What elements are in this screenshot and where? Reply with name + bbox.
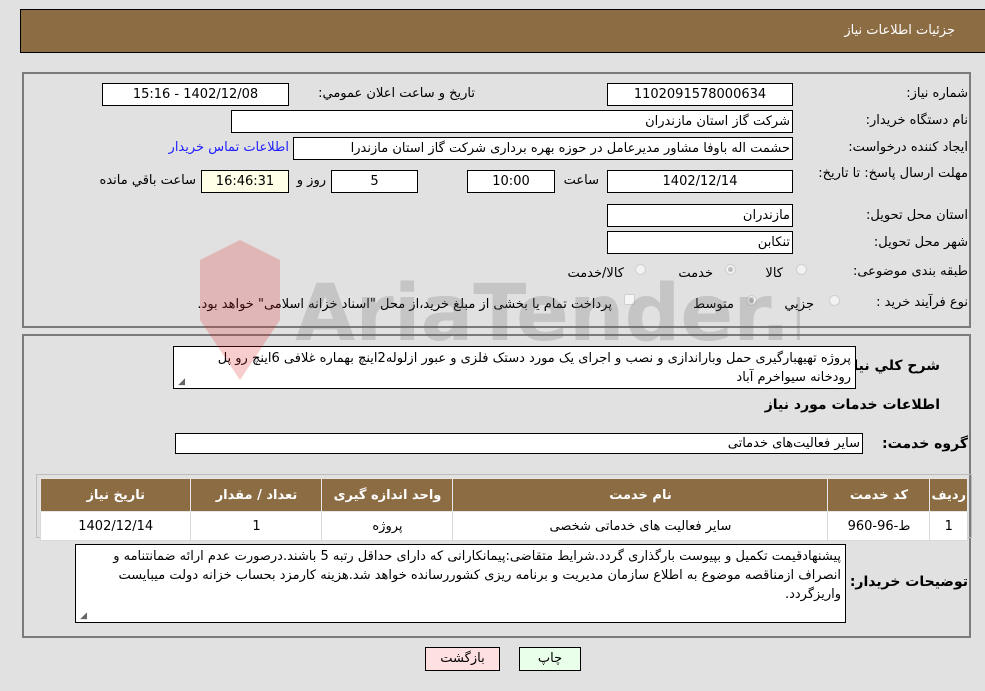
- cell-need-date: 1402/12/14: [39, 511, 192, 541]
- province-label: استان محل تحويل:: [866, 208, 968, 223]
- description-textarea[interactable]: پروژه تهیهبارگیری حمل وباراندازی و نصب و…: [173, 346, 856, 389]
- days-field[interactable]: 5: [331, 170, 418, 193]
- city-field[interactable]: تنکابن: [607, 231, 793, 254]
- process-radio-minor[interactable]: [829, 295, 840, 306]
- creator-field[interactable]: حشمت اله باوفا مشاور مديرعامل در حوزه به…: [293, 137, 793, 160]
- deadline-time-label: ساعت: [563, 173, 599, 188]
- buyer-notes-textarea[interactable]: پیشنهادقیمت تکمیل و بپیوست بارگذاری گردد…: [75, 544, 846, 623]
- cell-service-name: سایر فعالیت های خدماتی شخصی: [452, 511, 829, 541]
- category-option-goods-service: کالا/خدمت: [567, 266, 624, 281]
- col-unit: واحد اندازه گيری: [321, 478, 454, 512]
- deadline-time-field[interactable]: 10:00: [467, 170, 555, 193]
- category-radio-service[interactable]: [725, 264, 736, 275]
- page-title: جزئیات اطلاعات نیاز: [844, 23, 955, 38]
- buyer-notes-text: پیشنهادقیمت تکمیل و بپیوست بارگذاری گردد…: [113, 549, 841, 602]
- deadline-date-field[interactable]: 1402/12/14: [607, 170, 793, 193]
- process-label: نوع فرآيند خريد :: [876, 295, 968, 310]
- cell-unit: پروژه: [321, 511, 454, 541]
- city-label: شهر محل تحويل:: [873, 235, 968, 250]
- category-radio-goods-service[interactable]: [635, 264, 646, 275]
- services-table: رديف کد خدمت نام خدمت واحد اندازه گيری ت…: [39, 478, 968, 541]
- announce-label: تاريخ و ساعت اعلان عمومي:: [318, 86, 475, 101]
- cell-quantity: 1: [190, 511, 323, 541]
- province-field[interactable]: مازندران: [607, 204, 793, 227]
- buyer-org-label: نام دستگاه خريدار:: [865, 113, 968, 128]
- resize-grip-icon[interactable]: ◢: [177, 378, 185, 387]
- need-number-field[interactable]: 1102091578000634: [607, 83, 793, 106]
- remaining-time-field: 16:46:31: [201, 170, 289, 193]
- col-quantity: تعداد / مقدار: [190, 478, 323, 512]
- need-number-label: شماره نیاز:: [906, 86, 968, 101]
- col-service-name: نام خدمت: [452, 478, 829, 512]
- category-option-goods: کالا: [765, 266, 783, 281]
- cell-service-code: ط-96-960: [827, 511, 931, 541]
- deadline-label: مهلت ارسال پاسخ: تا تاريخ:: [818, 166, 968, 181]
- process-radio-medium[interactable]: [746, 295, 757, 306]
- page-header: جزئیات اطلاعات نیاز: [20, 9, 985, 53]
- process-option-medium: متوسط: [693, 297, 734, 312]
- treasury-checkbox[interactable]: [624, 294, 635, 305]
- process-option-minor: جزيي: [784, 297, 814, 312]
- category-option-service: خدمت: [678, 266, 713, 281]
- remaining-time-label: ساعت باقي مانده: [99, 173, 196, 188]
- service-group-label: گروه خدمت:: [882, 436, 968, 452]
- resize-grip-icon[interactable]: ◢: [79, 612, 87, 621]
- table-header-row: رديف کد خدمت نام خدمت واحد اندازه گيری ت…: [39, 478, 968, 512]
- services-section-title: اطلاعات خدمات مورد نياز: [764, 397, 940, 413]
- category-radio-goods[interactable]: [796, 264, 807, 275]
- days-label: روز و: [296, 173, 326, 188]
- cell-row-number: 1: [929, 511, 968, 541]
- creator-label: ايجاد کننده درخواست:: [848, 140, 968, 155]
- description-text: پروژه تهیهبارگیری حمل وباراندازی و نصب و…: [217, 351, 851, 385]
- col-row-number: رديف: [929, 478, 968, 512]
- col-need-date: تاريخ نياز: [39, 478, 192, 512]
- back-button[interactable]: بازگشت: [425, 647, 500, 671]
- treasury-note: پرداخت تمام يا بخشی از مبلغ خريد،از محل …: [197, 297, 612, 312]
- print-button[interactable]: چاپ: [519, 647, 581, 671]
- col-service-code: کد خدمت: [827, 478, 931, 512]
- buyer-notes-label: توضيحات خريدار:: [849, 574, 968, 590]
- service-group-field[interactable]: سایر فعالیت‌های خدماتی: [175, 433, 863, 454]
- table-row: 1 ط-96-960 سایر فعالیت های خدماتی شخصی پ…: [39, 511, 968, 541]
- announce-datetime-field[interactable]: 1402/12/08 - 15:16: [102, 83, 289, 106]
- buyer-contact-link[interactable]: اطلاعات تماس خريدار: [169, 140, 289, 155]
- buyer-org-field[interactable]: شرکت گاز استان مازندران: [231, 110, 793, 133]
- category-label: طبقه بندی موضوعی:: [852, 264, 968, 279]
